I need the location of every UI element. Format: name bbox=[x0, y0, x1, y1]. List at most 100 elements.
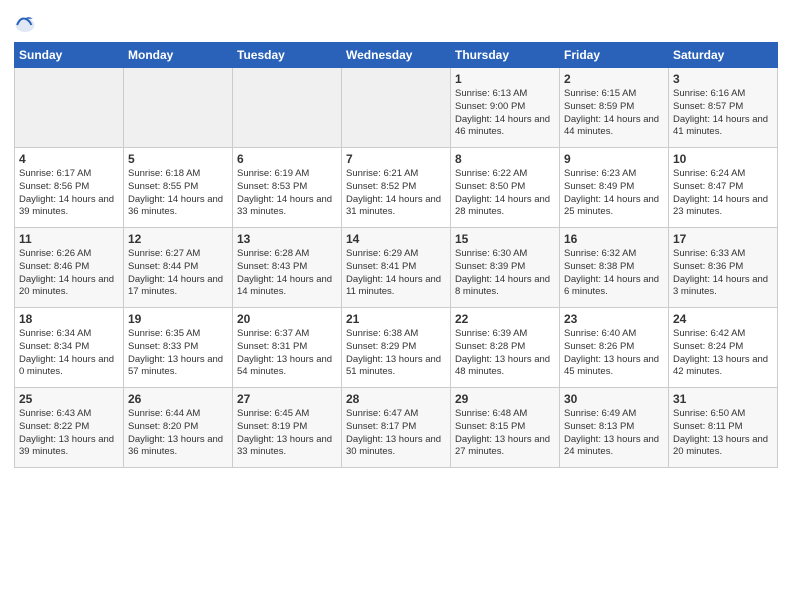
calendar-cell: 20 Sunrise: 6:37 AM Sunset: 8:31 PM Dayli… bbox=[233, 308, 342, 388]
day-info: Sunrise: 6:50 AM Sunset: 8:11 PM Dayligh… bbox=[673, 408, 773, 459]
calendar-cell: 2 Sunrise: 6:15 AM Sunset: 8:59 PM Daylig… bbox=[560, 68, 669, 148]
day-number: 28 bbox=[346, 392, 446, 406]
day-info: Sunrise: 6:15 AM Sunset: 8:59 PM Dayligh… bbox=[564, 88, 664, 139]
day-info: Sunrise: 6:48 AM Sunset: 8:15 PM Dayligh… bbox=[455, 408, 555, 459]
day-number: 20 bbox=[237, 312, 337, 326]
day-number: 3 bbox=[673, 72, 773, 86]
calendar-cell: 17 Sunrise: 6:33 AM Sunset: 8:36 PM Dayli… bbox=[669, 228, 778, 308]
day-number: 16 bbox=[564, 232, 664, 246]
day-number: 18 bbox=[19, 312, 119, 326]
calendar-cell: 14Sunrise: 6:29 AM Sunset: 8:41 PM Dayli… bbox=[342, 228, 451, 308]
day-number: 5 bbox=[128, 152, 228, 166]
day-info: Sunrise: 6:32 AM Sunset: 8:38 PM Dayligh… bbox=[564, 248, 664, 299]
day-number: 13 bbox=[237, 232, 337, 246]
day-info: Sunrise: 6:40 AM Sunset: 8:26 PM Dayligh… bbox=[564, 328, 664, 379]
day-info: Sunrise: 6:26 AM Sunset: 8:46 PM Dayligh… bbox=[19, 248, 119, 299]
calendar-week-4: 18Sunrise: 6:34 AM Sunset: 8:34 PM Dayli… bbox=[15, 308, 778, 388]
day-number: 29 bbox=[455, 392, 555, 406]
weekday-header-friday: Friday bbox=[560, 43, 669, 68]
day-number: 11 bbox=[19, 232, 119, 246]
day-info: Sunrise: 6:18 AM Sunset: 8:55 PM Dayligh… bbox=[128, 168, 228, 219]
day-info: Sunrise: 6:38 AM Sunset: 8:29 PM Dayligh… bbox=[346, 328, 446, 379]
day-info: Sunrise: 6:16 AM Sunset: 8:57 PM Dayligh… bbox=[673, 88, 773, 139]
day-info: Sunrise: 6:27 AM Sunset: 8:44 PM Dayligh… bbox=[128, 248, 228, 299]
calendar-cell: 5 Sunrise: 6:18 AM Sunset: 8:55 PM Daylig… bbox=[124, 148, 233, 228]
day-info: Sunrise: 6:47 AM Sunset: 8:17 PM Dayligh… bbox=[346, 408, 446, 459]
day-info: Sunrise: 6:42 AM Sunset: 8:24 PM Dayligh… bbox=[673, 328, 773, 379]
calendar-cell: 24 Sunrise: 6:42 AM Sunset: 8:24 PM Dayli… bbox=[669, 308, 778, 388]
calendar-cell: 11 Sunrise: 6:26 AM Sunset: 8:46 PM Dayli… bbox=[15, 228, 124, 308]
calendar-cell: 15 Sunrise: 6:30 AM Sunset: 8:39 PM Dayli… bbox=[451, 228, 560, 308]
calendar-cell: 25Sunrise: 6:43 AM Sunset: 8:22 PM Dayli… bbox=[15, 388, 124, 468]
day-info: Sunrise: 6:44 AM Sunset: 8:20 PM Dayligh… bbox=[128, 408, 228, 459]
day-info: Sunrise: 6:21 AM Sunset: 8:52 PM Dayligh… bbox=[346, 168, 446, 219]
calendar-cell: 30 Sunrise: 6:49 AM Sunset: 8:13 PM Dayli… bbox=[560, 388, 669, 468]
calendar-header: SundayMondayTuesdayWednesdayThursdayFrid… bbox=[15, 43, 778, 68]
calendar-cell: 9 Sunrise: 6:23 AM Sunset: 8:49 PM Daylig… bbox=[560, 148, 669, 228]
day-number: 24 bbox=[673, 312, 773, 326]
calendar-cell: 3 Sunrise: 6:16 AM Sunset: 8:57 PM Daylig… bbox=[669, 68, 778, 148]
calendar-cell: 23 Sunrise: 6:40 AM Sunset: 8:26 PM Dayli… bbox=[560, 308, 669, 388]
calendar-week-3: 11 Sunrise: 6:26 AM Sunset: 8:46 PM Dayli… bbox=[15, 228, 778, 308]
calendar-cell: 1Sunrise: 6:13 AM Sunset: 9:00 PM Daylig… bbox=[451, 68, 560, 148]
calendar-cell: 4Sunrise: 6:17 AM Sunset: 8:56 PM Daylig… bbox=[15, 148, 124, 228]
day-number: 7 bbox=[346, 152, 446, 166]
day-info: Sunrise: 6:35 AM Sunset: 8:33 PM Dayligh… bbox=[128, 328, 228, 379]
calendar-cell: 31 Sunrise: 6:50 AM Sunset: 8:11 PM Dayli… bbox=[669, 388, 778, 468]
day-number: 19 bbox=[128, 312, 228, 326]
day-number: 12 bbox=[128, 232, 228, 246]
calendar-cell: 27Sunrise: 6:45 AM Sunset: 8:19 PM Dayli… bbox=[233, 388, 342, 468]
calendar-cell bbox=[342, 68, 451, 148]
day-number: 23 bbox=[564, 312, 664, 326]
calendar-cell: 8Sunrise: 6:22 AM Sunset: 8:50 PM Daylig… bbox=[451, 148, 560, 228]
weekday-header-monday: Monday bbox=[124, 43, 233, 68]
day-number: 6 bbox=[237, 152, 337, 166]
calendar-cell: 12 Sunrise: 6:27 AM Sunset: 8:44 PM Dayli… bbox=[124, 228, 233, 308]
day-info: Sunrise: 6:30 AM Sunset: 8:39 PM Dayligh… bbox=[455, 248, 555, 299]
calendar-cell: 29 Sunrise: 6:48 AM Sunset: 8:15 PM Dayli… bbox=[451, 388, 560, 468]
day-number: 2 bbox=[564, 72, 664, 86]
day-info: Sunrise: 6:49 AM Sunset: 8:13 PM Dayligh… bbox=[564, 408, 664, 459]
calendar-cell: 26Sunrise: 6:44 AM Sunset: 8:20 PM Dayli… bbox=[124, 388, 233, 468]
calendar-table: SundayMondayTuesdayWednesdayThursdayFrid… bbox=[14, 42, 778, 468]
logo-icon bbox=[14, 14, 36, 36]
day-info: Sunrise: 6:29 AM Sunset: 8:41 PM Dayligh… bbox=[346, 248, 446, 299]
calendar-cell: 18Sunrise: 6:34 AM Sunset: 8:34 PM Dayli… bbox=[15, 308, 124, 388]
header-row: SundayMondayTuesdayWednesdayThursdayFrid… bbox=[15, 43, 778, 68]
calendar-body: 1Sunrise: 6:13 AM Sunset: 9:00 PM Daylig… bbox=[15, 68, 778, 468]
day-number: 22 bbox=[455, 312, 555, 326]
day-info: Sunrise: 6:43 AM Sunset: 8:22 PM Dayligh… bbox=[19, 408, 119, 459]
day-number: 15 bbox=[455, 232, 555, 246]
day-info: Sunrise: 6:37 AM Sunset: 8:31 PM Dayligh… bbox=[237, 328, 337, 379]
page: SundayMondayTuesdayWednesdayThursdayFrid… bbox=[0, 0, 792, 612]
day-info: Sunrise: 6:39 AM Sunset: 8:28 PM Dayligh… bbox=[455, 328, 555, 379]
day-info: Sunrise: 6:33 AM Sunset: 8:36 PM Dayligh… bbox=[673, 248, 773, 299]
day-number: 9 bbox=[564, 152, 664, 166]
calendar-cell bbox=[124, 68, 233, 148]
header-area bbox=[14, 10, 778, 36]
day-info: Sunrise: 6:28 AM Sunset: 8:43 PM Dayligh… bbox=[237, 248, 337, 299]
calendar-cell: 19 Sunrise: 6:35 AM Sunset: 8:33 PM Dayli… bbox=[124, 308, 233, 388]
calendar-week-1: 1Sunrise: 6:13 AM Sunset: 9:00 PM Daylig… bbox=[15, 68, 778, 148]
day-number: 10 bbox=[673, 152, 773, 166]
day-info: Sunrise: 6:24 AM Sunset: 8:47 PM Dayligh… bbox=[673, 168, 773, 219]
day-info: Sunrise: 6:23 AM Sunset: 8:49 PM Dayligh… bbox=[564, 168, 664, 219]
day-number: 8 bbox=[455, 152, 555, 166]
logo-area bbox=[14, 14, 40, 36]
calendar-cell: 10 Sunrise: 6:24 AM Sunset: 8:47 PM Dayli… bbox=[669, 148, 778, 228]
calendar-cell: 28 Sunrise: 6:47 AM Sunset: 8:17 PM Dayli… bbox=[342, 388, 451, 468]
day-number: 30 bbox=[564, 392, 664, 406]
calendar-week-2: 4Sunrise: 6:17 AM Sunset: 8:56 PM Daylig… bbox=[15, 148, 778, 228]
weekday-header-sunday: Sunday bbox=[15, 43, 124, 68]
calendar-cell bbox=[15, 68, 124, 148]
day-info: Sunrise: 6:17 AM Sunset: 8:56 PM Dayligh… bbox=[19, 168, 119, 219]
day-number: 21 bbox=[346, 312, 446, 326]
calendar-cell bbox=[233, 68, 342, 148]
day-number: 1 bbox=[455, 72, 555, 86]
day-number: 17 bbox=[673, 232, 773, 246]
weekday-header-wednesday: Wednesday bbox=[342, 43, 451, 68]
weekday-header-thursday: Thursday bbox=[451, 43, 560, 68]
day-number: 27 bbox=[237, 392, 337, 406]
weekday-header-tuesday: Tuesday bbox=[233, 43, 342, 68]
day-number: 31 bbox=[673, 392, 773, 406]
